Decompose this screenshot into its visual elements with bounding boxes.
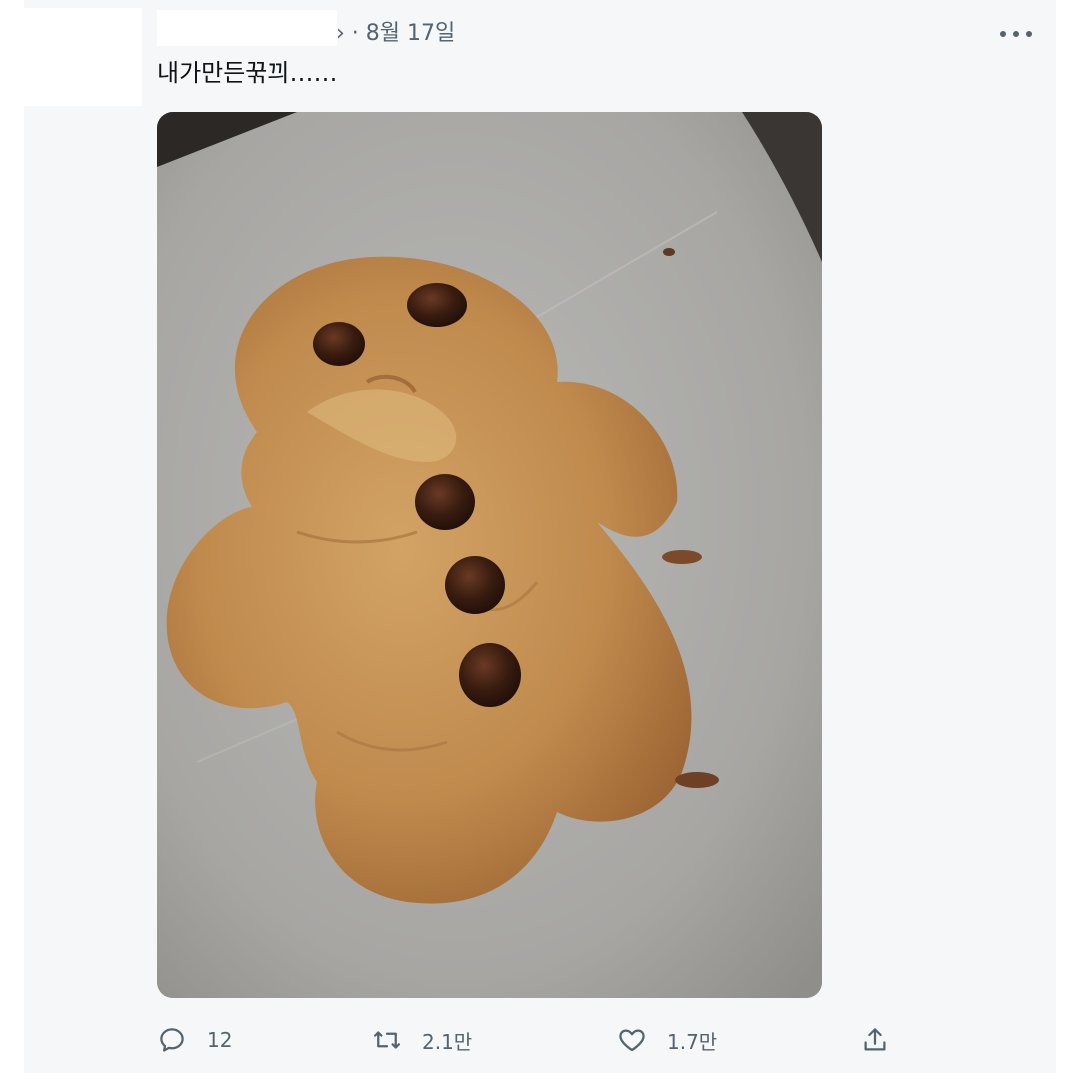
tweet-photo[interactable] <box>157 112 822 998</box>
share-button[interactable] <box>860 1018 890 1062</box>
share-icon <box>864 1028 886 1051</box>
avatar[interactable] <box>24 8 142 106</box>
retweet-button[interactable]: 2.1만 <box>372 1018 472 1062</box>
more-horizontal-icon[interactable] <box>1000 22 1032 46</box>
tweet-actions: 12 2.1만 1.7만 <box>157 1018 917 1062</box>
display-name[interactable] <box>157 10 337 46</box>
cookie-photo <box>157 112 822 998</box>
like-count: 1.7만 <box>667 1029 718 1054</box>
reply-button[interactable]: 12 <box>157 1018 232 1062</box>
heart-icon <box>619 1029 645 1052</box>
like-button[interactable]: 1.7만 <box>617 1018 717 1062</box>
reply-icon <box>160 1028 184 1052</box>
tweet-text: 내가만든꾺끠…… <box>157 59 338 87</box>
tweet-meta: › · 8월 17일 <box>336 21 456 46</box>
reply-count: 12 <box>207 1028 233 1052</box>
retweet-icon <box>374 1031 400 1049</box>
retweet-count: 2.1만 <box>422 1029 473 1054</box>
